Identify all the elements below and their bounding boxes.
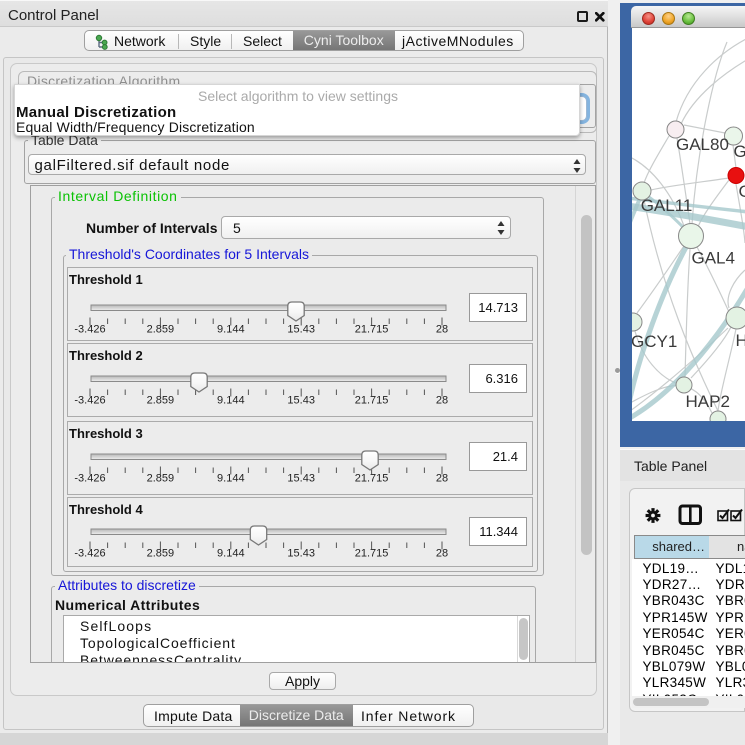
- svg-text:15.43: 15.43: [287, 394, 315, 406]
- svg-text:28: 28: [436, 394, 448, 406]
- svg-text:2.859: 2.859: [147, 548, 175, 560]
- svg-text:-3.426: -3.426: [74, 548, 105, 560]
- svg-text:15.43: 15.43: [287, 472, 315, 484]
- svg-text:21.715: 21.715: [355, 394, 389, 406]
- svg-text:28: 28: [436, 548, 448, 560]
- svg-text:GCY1: GCY1: [632, 332, 677, 351]
- svg-text:G: G: [739, 182, 745, 201]
- svg-text:GA: GA: [734, 142, 745, 161]
- svg-text:9.144: 9.144: [217, 394, 245, 406]
- svg-text:-3.426: -3.426: [74, 472, 105, 484]
- svg-text:2.859: 2.859: [147, 394, 175, 406]
- svg-text:H: H: [736, 331, 745, 350]
- svg-text:HAP2: HAP2: [686, 392, 730, 411]
- svg-text:-3.426: -3.426: [74, 394, 105, 406]
- svg-text:9.144: 9.144: [217, 472, 245, 484]
- svg-text:GAL4: GAL4: [692, 249, 735, 268]
- svg-text:9.144: 9.144: [217, 548, 245, 560]
- svg-text:2.859: 2.859: [147, 472, 175, 484]
- svg-text:21.715: 21.715: [355, 548, 389, 560]
- svg-text:9.144: 9.144: [217, 323, 245, 335]
- svg-text:15.43: 15.43: [287, 323, 315, 335]
- svg-text:28: 28: [436, 323, 448, 335]
- svg-text:GAL11: GAL11: [641, 196, 693, 215]
- svg-text:28: 28: [436, 472, 448, 484]
- svg-text:15.43: 15.43: [287, 548, 315, 560]
- svg-text:21.715: 21.715: [355, 323, 389, 335]
- svg-text:2.859: 2.859: [147, 323, 175, 335]
- svg-text:21.715: 21.715: [355, 472, 389, 484]
- svg-text:GAL80: GAL80: [676, 135, 729, 154]
- svg-text:-3.426: -3.426: [74, 323, 105, 335]
